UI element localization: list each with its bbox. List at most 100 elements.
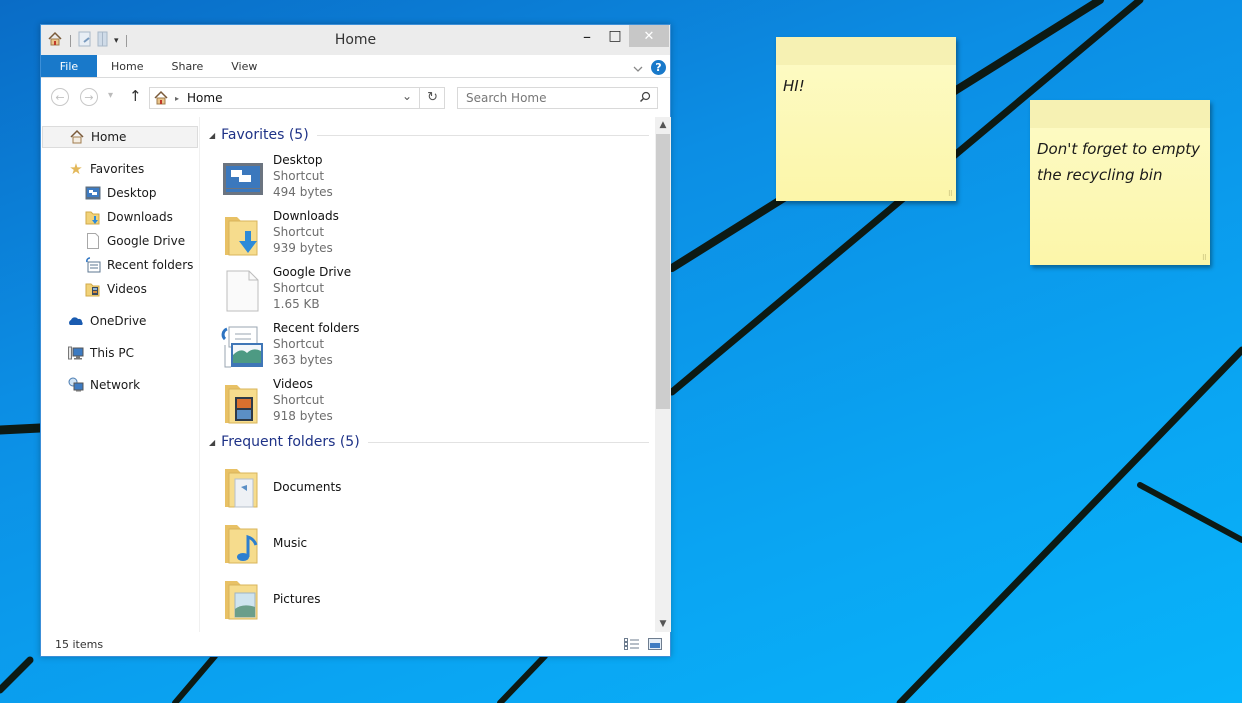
nav-item-recent-folders[interactable]: Recent folders (85, 254, 193, 276)
resize-grip-icon[interactable]: ⠿ (948, 190, 953, 198)
downloads-folder-icon (225, 217, 258, 256)
tab-view[interactable]: View (217, 55, 271, 77)
sticky-note-titlebar[interactable] (1030, 100, 1210, 128)
content-pane: ◢ Favorites (5) Desktop Shortcut 494 byt… (201, 117, 655, 632)
file-name: Pictures (273, 592, 321, 606)
file-size: 1.65 KB (273, 297, 320, 311)
nav-item-videos[interactable]: Videos (85, 278, 147, 300)
downloads-folder-icon (85, 209, 101, 225)
minimize-button[interactable]: – (573, 25, 601, 47)
file-item-downloads[interactable]: Downloads Shortcut 939 bytes (219, 209, 419, 261)
forward-button[interactable]: → (80, 88, 98, 106)
navigation-pane: Home ★ Favorites Desktop Downloads Googl… (41, 117, 199, 632)
sticky-note[interactable]: Don't forget to empty the recycling bin … (1030, 100, 1210, 265)
pictures-folder-icon (225, 581, 258, 620)
collapse-triangle-icon[interactable]: ◢ (209, 131, 215, 140)
file-item-folder-partial[interactable] (219, 629, 419, 632)
vertical-scrollbar[interactable]: ▲ ▼ (655, 117, 671, 632)
home-icon (69, 129, 85, 145)
maximize-button[interactable]: □ (601, 25, 629, 47)
nav-label: Downloads (107, 210, 173, 224)
scroll-up-button[interactable]: ▲ (655, 117, 671, 133)
nav-label: OneDrive (90, 314, 147, 328)
up-button[interactable]: ↑ (129, 87, 142, 105)
nav-label: Favorites (90, 162, 145, 176)
nav-item-home[interactable]: Home (42, 126, 198, 148)
file-item-music[interactable]: Music (219, 517, 419, 569)
nav-item-favorites[interactable]: ★ Favorites (68, 158, 144, 180)
home-icon (153, 90, 169, 106)
nav-item-downloads[interactable]: Downloads (85, 206, 173, 228)
details-view-icon[interactable] (624, 638, 640, 653)
desktop-icon (85, 185, 101, 201)
sticky-note-titlebar[interactable] (776, 37, 956, 65)
item-count: 15 items (55, 638, 104, 651)
file-explorer-window: ▾ Home – □ ✕ File Home Share View ? ← → … (40, 24, 671, 657)
file-size: 494 bytes (273, 185, 333, 199)
nav-label: Network (90, 378, 141, 392)
file-item-pictures[interactable]: Pictures (219, 573, 419, 625)
nav-item-this-pc[interactable]: This PC (68, 342, 134, 364)
address-bar[interactable]: ▸ Home ⌄ ↻ (149, 87, 445, 109)
file-name: Google Drive (273, 265, 352, 279)
file-size: 918 bytes (273, 409, 333, 423)
desktop-icon (223, 163, 263, 195)
sticky-note[interactable]: HI! ⠿ (776, 37, 956, 201)
videos-folder-icon (85, 281, 101, 297)
nav-item-google-drive[interactable]: Google Drive (85, 230, 185, 252)
resize-grip-icon[interactable]: ⠿ (1202, 254, 1207, 262)
forward-arrow-icon: → (80, 88, 98, 106)
navigation-bar: ← → ▾ ↑ ▸ Home ⌄ ↻ Search Home (41, 79, 670, 115)
tab-share[interactable]: Share (157, 55, 217, 77)
collapse-triangle-icon[interactable]: ◢ (209, 438, 215, 447)
nav-item-network[interactable]: Network (68, 374, 140, 396)
close-button[interactable]: ✕ (629, 25, 669, 47)
file-item-desktop[interactable]: Desktop Shortcut 494 bytes (219, 153, 419, 205)
breadcrumb-home[interactable]: Home (187, 91, 222, 105)
close-icon: ✕ (643, 28, 655, 44)
videos-folder-icon (225, 385, 258, 424)
search-placeholder: Search Home (466, 91, 547, 105)
file-size: 939 bytes (273, 241, 333, 255)
group-divider (316, 134, 649, 136)
minimize-icon: – (583, 26, 591, 46)
back-button[interactable]: ← (51, 88, 69, 106)
address-dropdown-icon[interactable]: ⌄ (402, 89, 412, 103)
sticky-note-text[interactable]: HI! (783, 73, 952, 99)
network-icon (68, 377, 84, 393)
file-name: Music (273, 536, 308, 550)
recent-locations-button[interactable]: ▾ (108, 90, 113, 101)
group-header-frequent-folders[interactable]: ◢ Frequent folders (5) (209, 432, 649, 452)
pane-divider[interactable] (199, 117, 200, 632)
refresh-button[interactable]: ↻ (427, 90, 438, 105)
search-input[interactable]: Search Home (457, 87, 658, 109)
file-type: Shortcut (273, 281, 325, 295)
nav-item-desktop[interactable]: Desktop (85, 182, 157, 204)
file-size: 363 bytes (273, 353, 333, 367)
nav-label: Desktop (107, 186, 157, 200)
search-icon[interactable] (639, 91, 651, 106)
large-icons-view-icon[interactable] (648, 638, 662, 653)
title-bar[interactable]: ▾ Home – □ ✕ (41, 25, 670, 55)
group-header-favorites[interactable]: ◢ Favorites (5) (209, 125, 649, 145)
file-type: Shortcut (273, 337, 325, 351)
scroll-down-button[interactable]: ▼ (655, 616, 671, 632)
music-folder-icon (225, 525, 258, 564)
file-type: Shortcut (273, 169, 325, 183)
help-button[interactable]: ? (651, 60, 666, 75)
sticky-note-text[interactable]: Don't forget to empty the recycling bin (1037, 136, 1206, 188)
scroll-thumb[interactable] (656, 134, 670, 409)
breadcrumb-separator-icon[interactable]: ▸ (175, 94, 179, 103)
file-item-google-drive[interactable]: Google Drive Shortcut 1.65 KB (219, 265, 419, 317)
file-item-videos[interactable]: Videos Shortcut 918 bytes (219, 377, 419, 429)
expand-ribbon-icon[interactable] (633, 58, 643, 77)
file-name: Documents (273, 480, 342, 494)
file-item-recent-folders[interactable]: Recent folders Shortcut 363 bytes (219, 321, 419, 373)
tab-home[interactable]: Home (97, 55, 157, 77)
file-item-documents[interactable]: Documents (219, 461, 419, 513)
tab-file[interactable]: File (41, 55, 97, 77)
nav-label: This PC (90, 346, 134, 360)
back-arrow-icon: ← (51, 88, 69, 106)
nav-item-onedrive[interactable]: OneDrive (68, 310, 146, 332)
recent-folders-icon (85, 257, 101, 273)
